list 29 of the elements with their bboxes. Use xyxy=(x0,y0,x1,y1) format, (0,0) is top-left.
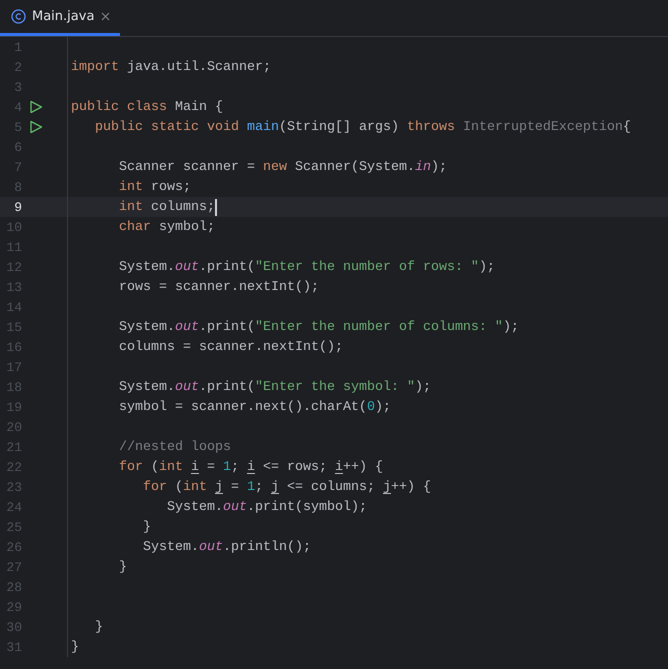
file-tab[interactable]: Main.java xyxy=(0,0,120,36)
code-line: import java.util.Scanner; xyxy=(71,60,271,74)
text-cursor xyxy=(214,198,217,216)
code-line: symbol = scanner.next().charAt(0); xyxy=(118,400,391,414)
code-line: } xyxy=(118,560,127,574)
code-line: System.out.print(symbol); xyxy=(166,500,367,514)
code-line: System.out.print("Enter the number of columns: "); xyxy=(118,320,519,334)
code-line: Scanner scanner = new Scanner(System.in); xyxy=(118,160,447,174)
code-line: int rows; xyxy=(118,180,191,194)
code-line: } xyxy=(71,640,79,654)
line-number: 9 xyxy=(13,200,22,214)
code-line: System.out.print("Enter the symbol: "); xyxy=(118,380,431,394)
close-icon[interactable] xyxy=(101,12,110,21)
code-line: int columns; xyxy=(118,200,215,214)
code-line: } xyxy=(94,620,103,634)
code-line: System.out.println(); xyxy=(142,540,311,554)
code-line: rows = scanner.nextInt(); xyxy=(118,280,319,294)
code-line: for (int j = 1; j <= columns; j++) { xyxy=(142,480,431,494)
code-line: //nested loops xyxy=(118,440,231,454)
code-line: } xyxy=(142,520,151,534)
code-line: public class Main { xyxy=(71,100,223,114)
code-line: for (int i = 1; i <= rows; i++) { xyxy=(118,460,383,474)
code-line: System.out.print("Enter the number of rows: "); xyxy=(118,260,495,274)
run-icon[interactable] xyxy=(29,100,43,114)
code-line: char symbol; xyxy=(118,220,215,234)
code-line: columns = scanner.nextInt(); xyxy=(118,340,343,354)
code-line: public static void main(String[] args) throws InterruptedException{ xyxy=(94,120,631,134)
class-icon xyxy=(11,9,26,24)
run-icon[interactable] xyxy=(29,120,43,134)
